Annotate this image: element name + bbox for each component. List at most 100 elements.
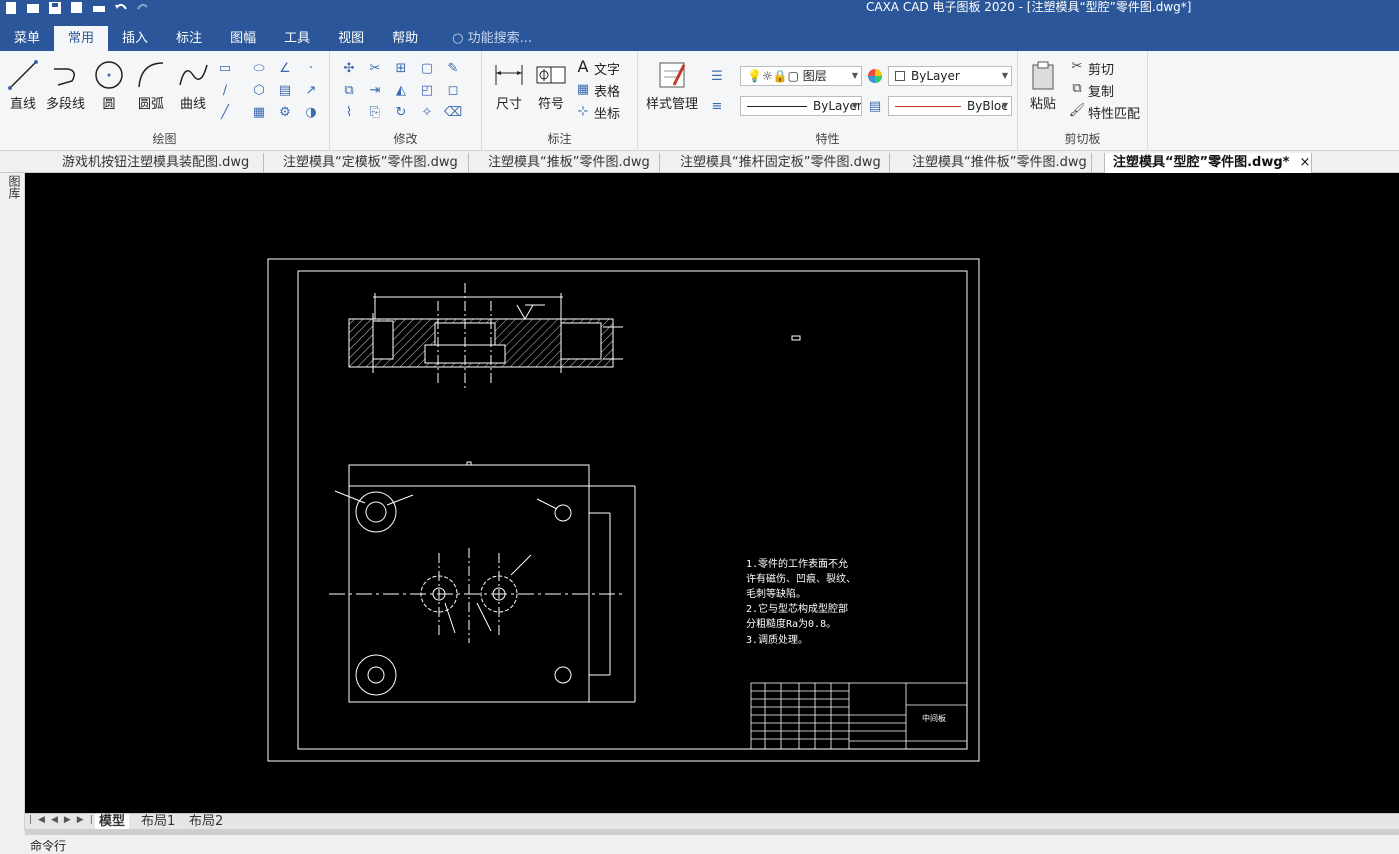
color-wheel-icon[interactable] <box>866 67 884 85</box>
center-line-icon[interactable]: ↗ <box>302 81 320 99</box>
match-properties-button[interactable]: 特性匹配 <box>1088 103 1140 122</box>
erase-icon[interactable]: ⌫ <box>444 103 462 121</box>
note-line: 3.调质处理。 <box>746 634 808 646</box>
library-label[interactable]: 图库 <box>6 175 21 199</box>
save-as-icon[interactable] <box>70 1 84 15</box>
doc-tab-cavity[interactable]: 注塑模具“型腔”零件图.dwg* × <box>1104 153 1312 173</box>
chevron-down-icon: ▼ <box>851 101 858 110</box>
trim-icon[interactable]: ✂ <box>366 59 384 77</box>
hatch-icon[interactable]: ▤ <box>276 81 294 99</box>
open-file-icon[interactable] <box>26 1 40 15</box>
command-line-panel[interactable]: 命令行 <box>0 835 1399 853</box>
tab-home[interactable]: 常用 <box>54 26 109 51</box>
cut-button[interactable]: 剪切 <box>1088 59 1114 78</box>
array-icon[interactable]: ⊞ <box>392 59 410 77</box>
function-search[interactable]: ○ 功能搜索... <box>432 26 546 51</box>
layout-tab-layout1[interactable]: 布局1 <box>137 814 179 830</box>
coordinate-button[interactable]: 坐标 <box>594 103 620 122</box>
draw-group: 直线 多段线 圆 圆弧 曲线 ▭ ⬭ ∠ · ∕ ⬡ ▤ ↗ ╱ ▦ ⚙ ◑ 绘… <box>0 51 330 151</box>
lightbulb-icon: ○ <box>452 31 468 46</box>
layout-nav-arrows[interactable]: |◀◀▶▶| <box>29 815 99 825</box>
tab-annotate[interactable]: 标注 <box>162 26 216 51</box>
tab-insert[interactable]: 插入 <box>108 26 162 51</box>
ribbon-tabs: 菜单 常用 插入 标注 图幅 工具 视图 帮助 ○ 功能搜索... <box>0 26 1399 51</box>
move-icon[interactable]: ✣ <box>340 59 358 77</box>
drawing-canvas[interactable]: 1.零件的工作表面不允 许有磁伤、凹痕、裂纹、 毛刺等缺陷。 2.它与型芯构成型… <box>25 173 1399 813</box>
print-icon[interactable] <box>92 1 106 15</box>
layer-combo[interactable]: 💡☼🔒▢ 图层 ▼ <box>740 66 862 86</box>
save-icon[interactable] <box>48 1 62 15</box>
redo-icon[interactable] <box>136 1 150 15</box>
linetype-sample <box>747 106 807 107</box>
title-bar: CAXA CAD 电子图板 2020 - [注塑模具“型腔”零件图.dwg*] <box>0 0 1399 26</box>
arc-button[interactable]: 圆弧 <box>134 57 168 112</box>
color-combo[interactable]: ByLayer ▼ <box>888 66 1012 86</box>
scale-icon[interactable]: ▢ <box>418 59 436 77</box>
layout-tab-layout2[interactable]: 布局2 <box>185 814 227 830</box>
arc-icon <box>134 57 168 93</box>
copy-move-icon[interactable]: ⧉ <box>340 81 358 99</box>
properties-group: 样式管理 ☰ 💡☼🔒▢ 图层 ▼ ByLayer ▼ ≡ ByLayer ▼ ▤ By… <box>638 51 1018 151</box>
gear-icon[interactable]: ⚙ <box>276 103 294 121</box>
copy-button[interactable]: 复制 <box>1088 81 1114 100</box>
circle-button[interactable]: 圆 <box>92 57 126 112</box>
angle-line-icon[interactable]: ∠ <box>276 59 294 77</box>
note-line: 分粗糙度Ra为0.8。 <box>746 617 836 630</box>
close-icon[interactable]: × <box>1299 155 1310 170</box>
doc-tab-fixed-plate[interactable]: 注塑模具“定模板”零件图.dwg <box>275 153 469 173</box>
table-button[interactable]: 表格 <box>594 81 620 100</box>
region-icon[interactable]: ▦ <box>250 103 268 121</box>
polyline-button[interactable]: 多段线 <box>46 57 85 112</box>
tab-frame[interactable]: 图幅 <box>216 26 270 51</box>
style-manager-button[interactable]: 样式管理 <box>646 57 698 112</box>
rectangle-icon[interactable]: ▭ <box>216 59 234 77</box>
layer-manager-icon[interactable]: ☰ <box>708 67 726 85</box>
linetype-icon[interactable]: ▤ <box>866 97 884 115</box>
break-icon[interactable]: ⌇ <box>340 103 358 121</box>
explode-icon[interactable]: ✧ <box>418 103 436 121</box>
undo-icon[interactable] <box>114 1 128 15</box>
parallel-line-icon[interactable]: ∕ <box>216 81 234 99</box>
curve-button[interactable]: 曲线 <box>176 57 210 112</box>
tab-menu[interactable]: 菜单 <box>0 26 54 51</box>
library-side-panel[interactable]: ⇪ 图库 <box>0 151 25 831</box>
tab-help[interactable]: 帮助 <box>378 26 432 51</box>
offset-icon[interactable]: ◰ <box>418 81 436 99</box>
fill-icon[interactable]: ◑ <box>302 103 320 121</box>
text-button[interactable]: 文字 <box>594 59 620 78</box>
dimension-button[interactable]: 尺寸 <box>492 57 526 112</box>
symbol-button[interactable]: 符号 <box>534 57 568 112</box>
coordinate-icon: ⊹ <box>577 103 589 119</box>
polygon-icon[interactable]: ⬡ <box>250 81 268 99</box>
tab-view[interactable]: 视图 <box>324 26 378 51</box>
paste-button[interactable]: 粘贴 <box>1026 57 1060 112</box>
lineweight-icon[interactable]: ≡ <box>708 97 726 115</box>
note-line: 2.它与型芯构成型腔部 <box>746 602 848 615</box>
line-button[interactable]: 直线 <box>6 57 40 112</box>
doc-tab-stripper-plate[interactable]: 注塑模具“推件板”零件图.dwg <box>904 153 1092 173</box>
point-icon[interactable]: · <box>302 59 320 77</box>
spline-icon <box>176 57 210 93</box>
pencil-icon[interactable]: ✎ <box>444 59 462 77</box>
chevron-down-icon: ▼ <box>1001 101 1008 110</box>
layout-tab-model[interactable]: 模型 <box>95 814 130 830</box>
extend-icon[interactable]: ⇥ <box>366 81 384 99</box>
construction-line-icon[interactable]: ╱ <box>216 103 234 121</box>
ellipse-icon[interactable]: ⬭ <box>250 59 268 77</box>
cursor-mark <box>791 335 801 341</box>
lineweight-combo[interactable]: ByBloc ▼ <box>888 96 1012 116</box>
linetype-combo[interactable]: ByLayer ▼ <box>740 96 862 116</box>
new-file-icon[interactable] <box>4 1 18 15</box>
text-icon: A <box>577 56 589 76</box>
mirror-icon[interactable]: ◭ <box>392 81 410 99</box>
doc-tab-ejector-plate[interactable]: 注塑模具“推杆固定板”零件图.dwg <box>672 153 890 173</box>
tab-tools[interactable]: 工具 <box>270 26 324 51</box>
doc-tab-assembly[interactable]: 游戏机按钮注塑模具装配图.dwg <box>54 153 264 173</box>
rotate-icon[interactable]: ↻ <box>392 103 410 121</box>
doc-tab-push-plate[interactable]: 注塑模具“推板”零件图.dwg <box>480 153 660 173</box>
clipboard-group: 粘贴 ✂ 剪切 ⧉ 复制 🖌 特性匹配 剪切板 <box>1018 51 1148 151</box>
stretch-icon[interactable]: ⎘ <box>366 103 384 121</box>
paste-icon <box>1026 57 1060 93</box>
document-tab-bar: 游戏机按钮注塑模具装配图.dwg 注塑模具“定模板”零件图.dwg 注塑模具“推… <box>0 151 1399 173</box>
fillet-icon[interactable]: ◻ <box>444 81 462 99</box>
